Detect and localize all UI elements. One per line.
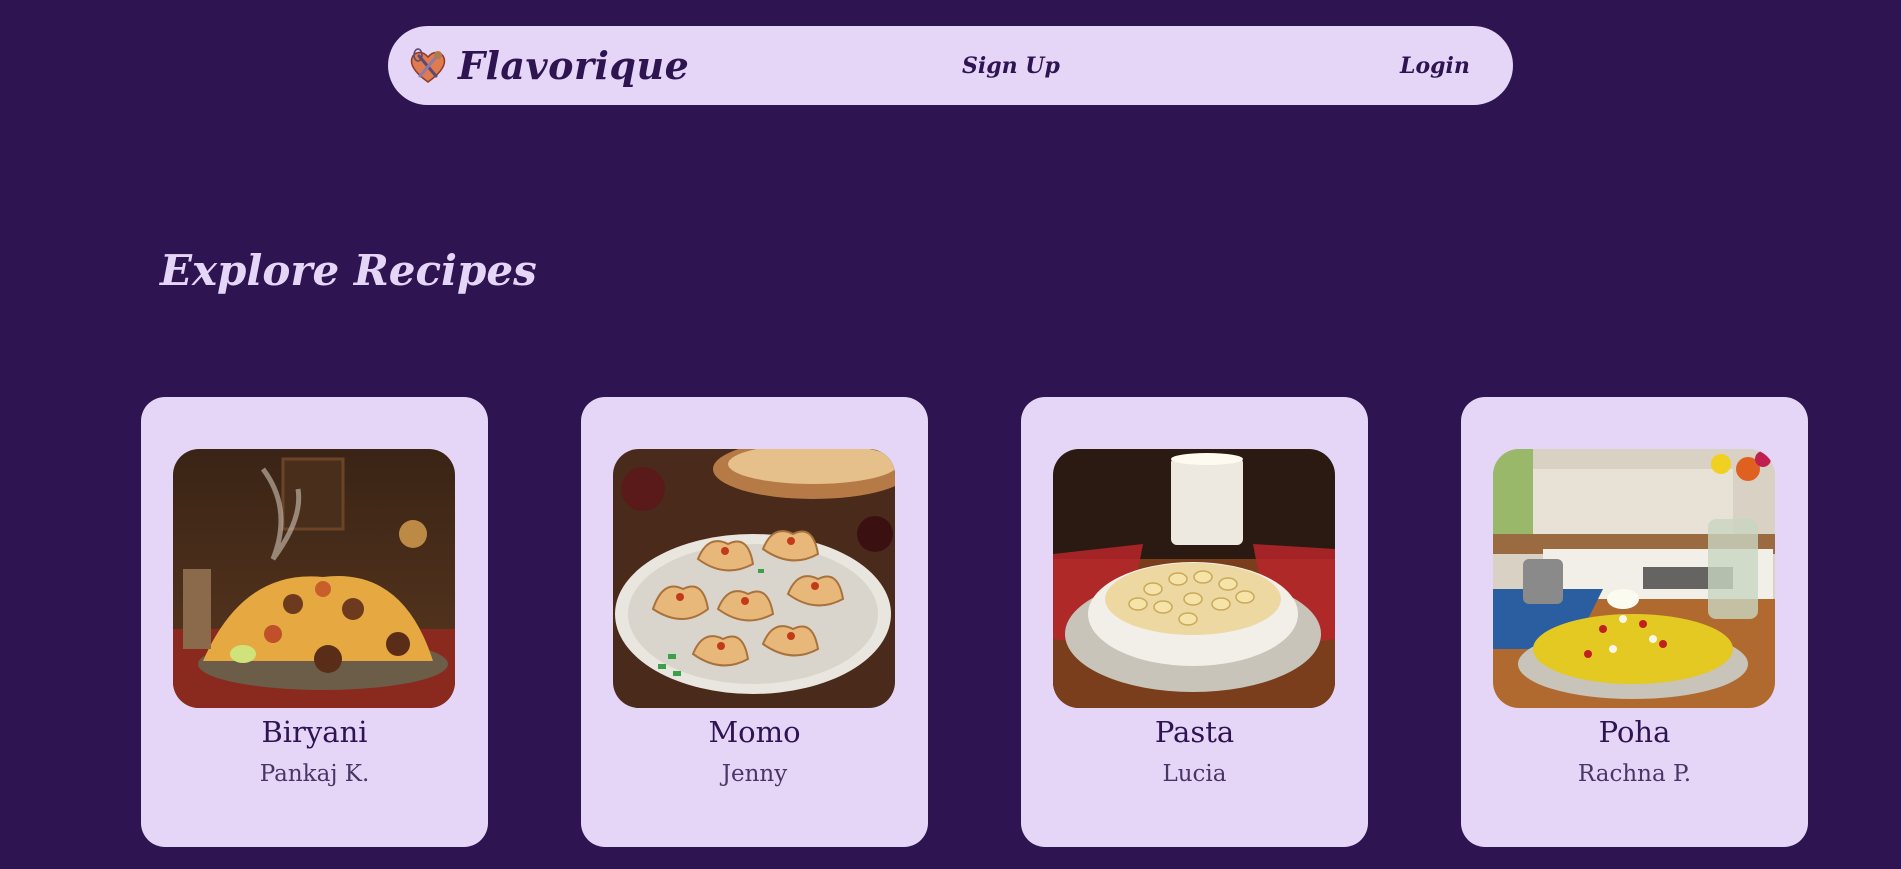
recipe-card-pasta[interactable]: Pasta Lucia (1021, 397, 1368, 847)
brand-link[interactable]: Flavorique (408, 26, 689, 105)
navbar: Flavorique Sign Up Login (388, 26, 1513, 105)
recipe-author: Pankaj K. (259, 761, 370, 787)
poha-plate-image[interactable] (1493, 449, 1775, 708)
recipe-author: Lucia (1162, 761, 1227, 787)
recipe-title: Momo (708, 715, 801, 749)
recipe-author: Jenny (721, 761, 788, 787)
recipe-title: Pasta (1154, 715, 1235, 749)
biryani-plate-image[interactable] (173, 449, 455, 708)
signup-link[interactable]: Sign Up (962, 26, 1060, 105)
momo-dumplings-image[interactable] (613, 449, 895, 708)
recipe-author: Rachna P. (1577, 761, 1692, 787)
recipe-card-poha[interactable]: Poha Rachna P. (1461, 397, 1808, 847)
login-link[interactable]: Login (1400, 26, 1470, 105)
heart-whisk-icon (410, 47, 446, 83)
brand-name: Flavorique (458, 43, 690, 88)
recipe-card-momo[interactable]: Momo Jenny (581, 397, 928, 847)
recipe-card-biryani[interactable]: Biryani Pankaj K. (141, 397, 488, 847)
section-title: Explore Recipes (160, 246, 537, 295)
recipe-title: Biryani (261, 715, 368, 749)
mac-and-cheese-image[interactable] (1053, 449, 1335, 708)
recipe-title: Poha (1598, 715, 1671, 749)
